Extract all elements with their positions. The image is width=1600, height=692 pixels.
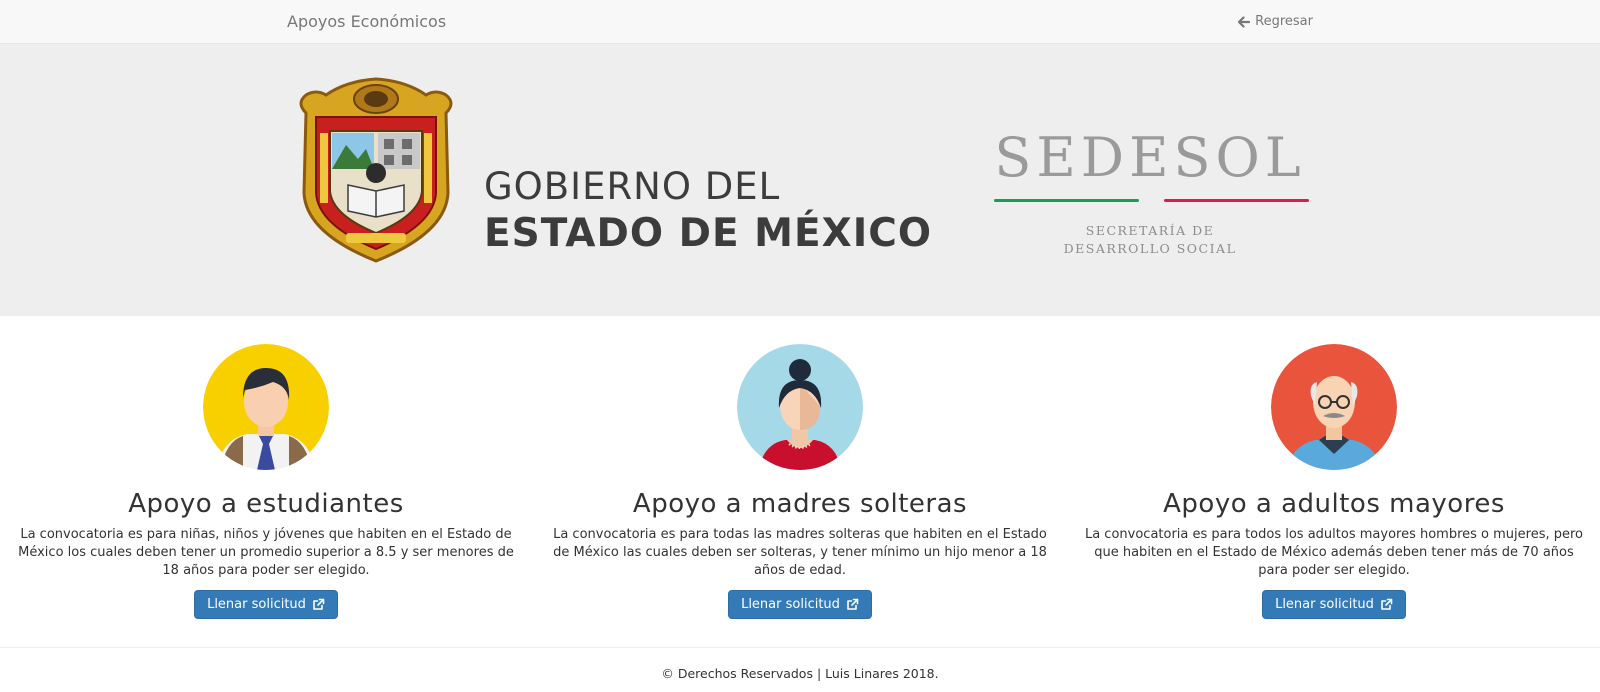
- elderly-support-card: Apoyo a adultos mayores La convocatoria …: [1068, 344, 1600, 619]
- card-description: La convocatoria es para niñas, niños y j…: [18, 527, 514, 578]
- sedesol-flag-lines: [994, 199, 1309, 202]
- back-link[interactable]: Regresar: [1238, 14, 1313, 29]
- button-label: Llenar solicitud: [741, 597, 840, 612]
- government-title: GOBIERNO DEL ESTADO DE MÉXICO: [484, 168, 932, 253]
- sedesol-name: SEDESOL: [994, 126, 1306, 189]
- single-mothers-support-card: Apoyo a madres solteras La convocatoria …: [534, 344, 1066, 619]
- sedesol-subtitle: SECRETARÍA DE DESARROLLO SOCIAL: [990, 222, 1310, 258]
- government-title-line2: ESTADO DE MÉXICO: [484, 211, 932, 256]
- top-navbar: Apoyos Económicos Regresar: [0, 0, 1600, 44]
- sedesol-subtitle-line2: DESARROLLO SOCIAL: [1063, 241, 1237, 256]
- government-title-line1: GOBIERNO DEL: [484, 165, 781, 208]
- state-coat-of-arms-logo: [299, 77, 453, 263]
- card-title: Apoyo a madres solteras: [632, 489, 968, 519]
- page-footer: © Derechos Reservados | Luis Linares 201…: [0, 647, 1600, 681]
- student-support-card: Apoyo a estudiantes La convocatoria es p…: [0, 344, 532, 619]
- red-line: [1164, 199, 1309, 202]
- woman-avatar-icon: [737, 344, 863, 470]
- button-label: Llenar solicitud: [1275, 597, 1374, 612]
- header-banner: GOBIERNO DEL ESTADO DE MÉXICO SEDESOL SE…: [0, 44, 1600, 316]
- button-label: Llenar solicitud: [207, 597, 306, 612]
- copyright-text: © Derechos Reservados | Luis Linares 201…: [661, 666, 939, 681]
- external-link-icon: [1381, 598, 1393, 610]
- sedesol-logo: SEDESOL SECRETARÍA DE DESARROLLO SOCIAL: [990, 126, 1310, 258]
- card-description: La convocatoria es para todos los adulto…: [1084, 527, 1584, 578]
- student-avatar-icon: [203, 344, 329, 470]
- fill-application-button[interactable]: Llenar solicitud: [1262, 590, 1406, 619]
- card-title: Apoyo a adultos mayores: [1163, 489, 1505, 519]
- external-link-icon: [847, 598, 859, 610]
- navbar-brand[interactable]: Apoyos Económicos: [287, 12, 446, 31]
- back-link-label: Regresar: [1255, 14, 1313, 29]
- card-title: Apoyo a estudiantes: [128, 489, 404, 519]
- fill-application-button[interactable]: Llenar solicitud: [194, 590, 338, 619]
- elderly-man-avatar-icon: [1271, 344, 1397, 470]
- card-description: La convocatoria es para todas las madres…: [553, 527, 1047, 578]
- external-link-icon: [313, 598, 325, 610]
- green-line: [994, 199, 1139, 202]
- fill-application-button[interactable]: Llenar solicitud: [728, 590, 872, 619]
- sedesol-subtitle-line1: SECRETARÍA DE: [1085, 223, 1215, 238]
- arrow-left-icon: [1238, 15, 1251, 28]
